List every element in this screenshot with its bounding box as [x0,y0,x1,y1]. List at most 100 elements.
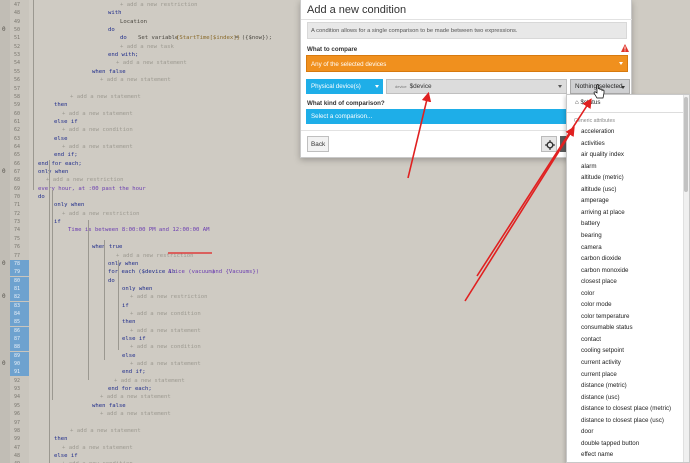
code-placeholder-link[interactable]: + add a new statement [62,444,133,452]
line-number: 51 [14,35,21,42]
code-placeholder-link[interactable]: + add a new statement [100,76,171,84]
attribute-option[interactable]: bearing [581,232,602,239]
comparison-dropdown[interactable]: Select a comparison... [306,109,568,124]
code-token: Time is between 8:00:00 PM and 12:00:00 … [68,227,210,234]
line-number: 68 [14,177,21,184]
block-guide [88,220,89,380]
code-placeholder-link[interactable]: + add a new statement [116,59,187,67]
line-number: 80 [10,276,29,285]
line-number: 90 [10,360,29,369]
attribute-option[interactable]: current place [581,371,617,378]
device-dropdown[interactable]: device $device [386,79,567,94]
code-placeholder-link[interactable]: + add a new condition [62,126,133,134]
attribute-option[interactable]: altitude (usc) [581,186,616,193]
attribute-option[interactable]: altitude (metric) [581,174,624,181]
settings-button[interactable] [541,136,557,152]
attribute-option[interactable]: activities [581,140,605,147]
list-divider [567,112,685,113]
code-placeholder-link[interactable]: + add a new statement [114,377,185,385]
attribute-option[interactable]: distance to closest place (metric) [581,405,671,412]
scrollbar[interactable] [683,95,689,462]
attribute-option[interactable]: carbon monoxide [581,267,628,274]
attribute-option[interactable]: color mode [581,301,612,308]
attribute-option[interactable]: carbon dioxide [581,255,621,262]
compare-dropdown[interactable]: Any of the selected devices [306,55,628,72]
back-button[interactable]: Back [307,136,329,152]
code-token: if [122,302,129,309]
line-number: 97 [14,419,21,426]
chevron-down-icon [619,62,623,65]
code-token: then [122,319,136,326]
attribute-option[interactable]: distance (metric) [581,382,627,389]
line-number: 67 [14,169,21,175]
code-placeholder-link[interactable]: + add a new restriction [120,1,197,9]
attribute-option[interactable]: contact [581,336,601,343]
code-token: Location [120,18,147,25]
code-placeholder-link[interactable]: + add a new statement [62,143,133,151]
line-number: 92 [14,377,21,384]
code-token: else [54,135,68,142]
line-number: 57 [14,85,21,92]
code-placeholder-link[interactable]: + add a new restriction [116,252,193,260]
compare-dropdown-value: Any of the selected devices [311,61,387,68]
code-placeholder-link[interactable]: + add a new statement [70,427,141,435]
code-placeholder-link[interactable]: + add a new restriction [46,176,123,184]
code-placeholder-link[interactable]: + add a new statement [62,110,133,118]
line-number: 55 [14,68,21,75]
code-token: only when [122,285,153,292]
line-number: 69 [14,185,21,192]
attribute-option[interactable]: air quality index [581,151,624,158]
attribute-option[interactable]: acceleration [581,128,614,135]
line-number: 52 [14,43,21,50]
line-number: 64 [14,143,21,150]
attribute-option[interactable]: color temperature [581,313,630,320]
code-placeholder-link[interactable]: + add a new condition [130,310,201,318]
physical-devices-dropdown[interactable]: Physical device(s) [306,79,383,94]
attribute-option[interactable]: effect name [581,451,613,458]
attribute-option[interactable]: color [581,290,594,297]
code-placeholder-link[interactable]: + add a new statement [130,327,201,335]
code-placeholder-link[interactable]: + add a new statement [130,360,201,368]
block-guide [49,160,50,463]
attribute-option[interactable]: consumable status [581,324,633,331]
dialog-divider [301,19,632,20]
attribute-option[interactable]: current activity [581,359,621,366]
code-placeholder-link[interactable]: + add a new restriction [62,210,139,218]
code-placeholder-link[interactable]: + add a new condition [130,343,201,351]
scrollbar-thumb[interactable] [684,97,688,192]
code-placeholder-link[interactable]: + add a new statement [70,93,141,101]
line-number: 70 [14,194,21,201]
attribute-option[interactable]: distance (usc) [581,394,620,401]
code-placeholder-link[interactable]: + add a new statement [100,393,171,401]
code-token: else [122,352,136,359]
code-placeholder-link[interactable]: + add a new task [120,43,174,51]
code-token: and {Vacuums}) [212,269,260,276]
line-number: 94 [14,394,21,401]
attribute-option[interactable]: double tapped button [581,440,639,447]
attribute-option[interactable]: closest place [581,278,617,285]
line-number: 87 [10,335,29,343]
code-token: = ({$now}); [235,35,273,42]
attribute-option[interactable]: arriving at place [581,209,625,216]
gutter-marker: 0 [2,293,6,301]
attribute-option[interactable]: door [581,428,593,435]
code-token: {StartTime[$index]} [176,35,240,42]
line-number: 83 [10,301,29,310]
code-token: then [54,102,68,109]
attribute-option[interactable]: camera [581,244,602,251]
attribute-option[interactable]: battery [581,220,600,227]
code-placeholder-link[interactable]: + add a new restriction [130,293,207,301]
attribute-option[interactable]: distance to closest place (usc) [581,417,664,424]
attribute-option[interactable]: cooling setpoint [581,347,624,354]
line-number: 93 [14,386,21,393]
code-token: Alice (vacuum) [168,269,216,276]
block-guide [52,190,53,400]
comparison-dropdown-value: Select a comparison... [311,113,373,120]
attribute-option[interactable]: amperage [581,197,609,204]
code-placeholder-link[interactable]: + add a new statement [100,410,171,418]
attribute-option[interactable]: alarm [581,163,596,170]
code-token: end for each; [38,160,82,167]
line-number: 89 [10,351,29,360]
line-number: 81 [10,284,29,293]
attribute-options-list: ⌂ $status Generic attributes acceleratio… [566,94,690,463]
